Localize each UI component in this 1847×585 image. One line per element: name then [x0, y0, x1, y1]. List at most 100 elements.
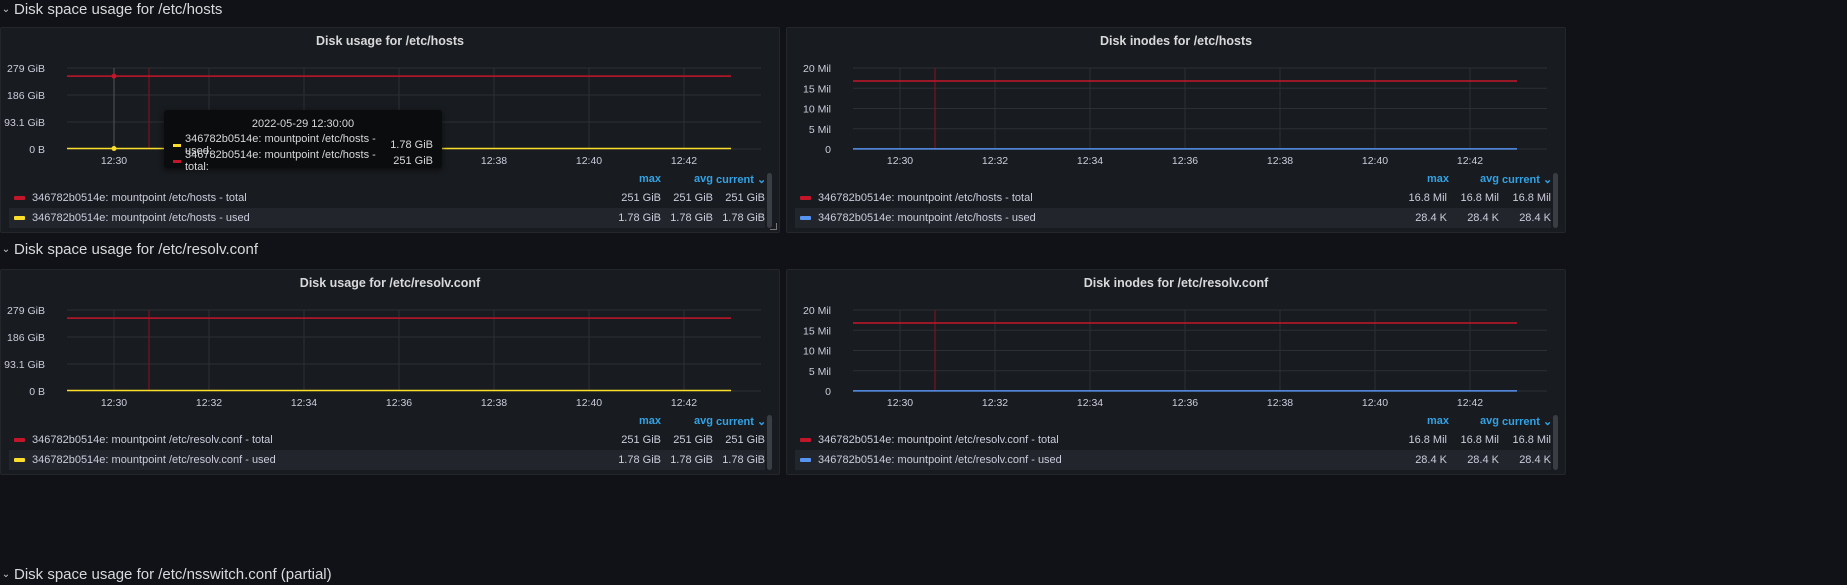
- x-tick-label: 12:40: [1362, 155, 1388, 167]
- row-header[interactable]: ⌄ Disk space usage for /etc/hosts: [0, 0, 223, 20]
- x-tick-label: 12:40: [576, 397, 602, 409]
- legend-item[interactable]: 346782b0514e: mountpoint /etc/hosts - us…: [9, 208, 765, 228]
- tooltip-swatch: [173, 159, 181, 163]
- chevron-down-icon[interactable]: ⌄: [0, 244, 12, 255]
- legend-label: 346782b0514e: mountpoint /etc/hosts - us…: [32, 212, 250, 224]
- chevron-down-icon: ⌄: [1542, 416, 1553, 428]
- legend-item[interactable]: 346782b0514e: mountpoint /etc/hosts - us…: [795, 208, 1551, 228]
- y-tick-label: 10 Mil: [803, 104, 831, 116]
- x-tick-label: 12:30: [887, 155, 913, 167]
- legend-avg: 28.4 K: [1467, 454, 1499, 466]
- row-header[interactable]: ⌄ Disk space usage for /etc/resolv.conf: [0, 238, 258, 260]
- legend-avg-header[interactable]: avg: [694, 173, 713, 189]
- legend-current-header[interactable]: current ⌄: [1502, 415, 1552, 431]
- legend-item[interactable]: 346782b0514e: mountpoint /etc/hosts - to…: [9, 188, 765, 208]
- row-title: Disk space usage for /etc/resolv.conf: [14, 240, 258, 258]
- legend-scrollbar[interactable]: [1553, 173, 1558, 228]
- x-tick-label: 12:36: [1172, 397, 1198, 409]
- tooltip-swatch: [173, 143, 181, 147]
- x-tick-label: 12:34: [1077, 155, 1103, 167]
- legend-item[interactable]: 346782b0514e: mountpoint /etc/hosts - to…: [795, 188, 1551, 208]
- graph-area[interactable]: 20 Mil 15 Mil 10 Mil 5 Mil 0 12:30 12:32 12:34 1…: [787, 270, 1566, 420]
- legend-swatch: [800, 438, 811, 442]
- legend-max-header[interactable]: max: [1427, 415, 1449, 431]
- legend: max avg current ⌄ 346782b0514e: mountpoi…: [787, 415, 1565, 474]
- legend-item[interactable]: 346782b0514e: mountpoint /etc/resolv.con…: [9, 430, 765, 450]
- legend-current-header[interactable]: current ⌄: [716, 173, 766, 189]
- legend-current-label: current: [1502, 174, 1540, 186]
- legend-label: 346782b0514e: mountpoint /etc/resolv.con…: [818, 434, 1059, 446]
- legend-current: 1.78 GiB: [722, 454, 765, 466]
- graph-area[interactable]: 279 GiB 186 GiB 93.1 GiB 0 B 12:30 12:32 12:34…: [1, 270, 780, 420]
- legend-current-header[interactable]: current ⌄: [1502, 173, 1552, 189]
- legend-label: 346782b0514e: mountpoint /etc/resolv.con…: [818, 454, 1062, 466]
- legend-max: 251 GiB: [621, 434, 661, 446]
- legend-avg: 16.8 Mil: [1460, 434, 1499, 446]
- chevron-down-icon: ⌄: [756, 174, 767, 186]
- tooltip-label: 346782b0514e: mountpoint /etc/hosts - to…: [185, 149, 376, 173]
- legend-max: 16.8 Mil: [1408, 434, 1447, 446]
- legend-current-header[interactable]: current ⌄: [716, 415, 766, 431]
- chevron-down-icon[interactable]: ⌄: [0, 4, 12, 15]
- panel-disk-usage-resolv[interactable]: Disk usage for /etc/resolv.conf 279 GiB 1…: [0, 269, 780, 475]
- legend-label: 346782b0514e: mountpoint /etc/hosts - to…: [32, 192, 247, 204]
- legend-max: 251 GiB: [621, 192, 661, 204]
- legend-max-header[interactable]: max: [639, 415, 661, 431]
- hover-point: [111, 73, 117, 79]
- legend-swatch: [14, 196, 25, 200]
- legend-current-label: current: [1502, 416, 1540, 428]
- panel-disk-usage-hosts[interactable]: Disk usage for /etc/hosts 279 GiB 186 GiB…: [0, 27, 780, 233]
- hover-point: [111, 145, 117, 151]
- y-tick-label: 15 Mil: [803, 325, 831, 337]
- legend-avg: 1.78 GiB: [670, 454, 713, 466]
- legend: max avg current ⌄ 346782b0514e: mountpoi…: [787, 173, 1565, 232]
- y-tick-label: 5 Mil: [809, 124, 831, 136]
- legend-item[interactable]: 346782b0514e: mountpoint /etc/resolv.con…: [9, 450, 765, 470]
- chevron-down-icon[interactable]: ⌄: [0, 569, 12, 580]
- row-header[interactable]: ⌄ Disk space usage for /etc/nsswitch.con…: [0, 563, 332, 585]
- legend-max: 28.4 K: [1415, 454, 1447, 466]
- legend-scrollbar[interactable]: [1553, 415, 1558, 470]
- panel-disk-inodes-hosts[interactable]: Disk inodes for /etc/hosts 20 Mil 15 Mil 1…: [786, 27, 1566, 233]
- resize-handle[interactable]: [770, 223, 777, 230]
- x-tick-label: 12:34: [1077, 397, 1103, 409]
- graph-area[interactable]: 20 Mil 15 Mil 10 Mil 5 Mil 0 12:30 12:32 12:34 1…: [787, 28, 1566, 178]
- legend-avg-header[interactable]: avg: [694, 415, 713, 431]
- legend-max-header[interactable]: max: [1427, 173, 1449, 189]
- legend-current-label: current: [716, 416, 754, 428]
- legend-avg-header[interactable]: avg: [1480, 415, 1499, 431]
- legend: max avg current ⌄ 346782b0514e: mountpoi…: [1, 173, 779, 232]
- y-tick-label: 5 Mil: [809, 366, 831, 378]
- y-tick-label: 279 GiB: [7, 63, 45, 75]
- x-tick-label: 12:42: [1457, 397, 1483, 409]
- legend-label: 346782b0514e: mountpoint /etc/resolv.con…: [32, 434, 273, 446]
- y-tick-label: 186 GiB: [7, 90, 45, 102]
- legend-item[interactable]: 346782b0514e: mountpoint /etc/resolv.con…: [795, 450, 1551, 470]
- legend-avg-header[interactable]: avg: [1480, 173, 1499, 189]
- y-tick-label: 0 B: [29, 386, 45, 398]
- x-tick-label: 12:40: [576, 155, 602, 167]
- x-tick-label: 12:42: [671, 397, 697, 409]
- legend-label: 346782b0514e: mountpoint /etc/hosts - to…: [818, 192, 1033, 204]
- legend-swatch: [800, 216, 811, 220]
- panel-disk-inodes-resolv[interactable]: Disk inodes for /etc/resolv.conf 20 Mil 1…: [786, 269, 1566, 475]
- legend-current: 1.78 GiB: [722, 212, 765, 224]
- legend-item[interactable]: 346782b0514e: mountpoint /etc/resolv.con…: [795, 430, 1551, 450]
- legend-avg: 1.78 GiB: [670, 212, 713, 224]
- legend-scrollbar[interactable]: [767, 415, 772, 470]
- x-tick-label: 12:36: [1172, 155, 1198, 167]
- legend-scrollbar[interactable]: [767, 173, 772, 228]
- x-tick-label: 12:38: [481, 155, 507, 167]
- legend-current: 28.4 K: [1519, 212, 1551, 224]
- legend-max-header[interactable]: max: [639, 173, 661, 189]
- legend-max: 28.4 K: [1415, 212, 1447, 224]
- x-tick-label: 12:30: [101, 397, 127, 409]
- x-tick-label: 12:32: [982, 155, 1008, 167]
- legend-label: 346782b0514e: mountpoint /etc/resolv.con…: [32, 454, 276, 466]
- legend-max: 1.78 GiB: [618, 454, 661, 466]
- y-tick-label: 0: [825, 144, 831, 156]
- y-tick-label: 15 Mil: [803, 83, 831, 95]
- y-tick-label: 10 Mil: [803, 346, 831, 358]
- row-title: Disk space usage for /etc/hosts: [14, 0, 223, 18]
- x-tick-label: 12:38: [481, 397, 507, 409]
